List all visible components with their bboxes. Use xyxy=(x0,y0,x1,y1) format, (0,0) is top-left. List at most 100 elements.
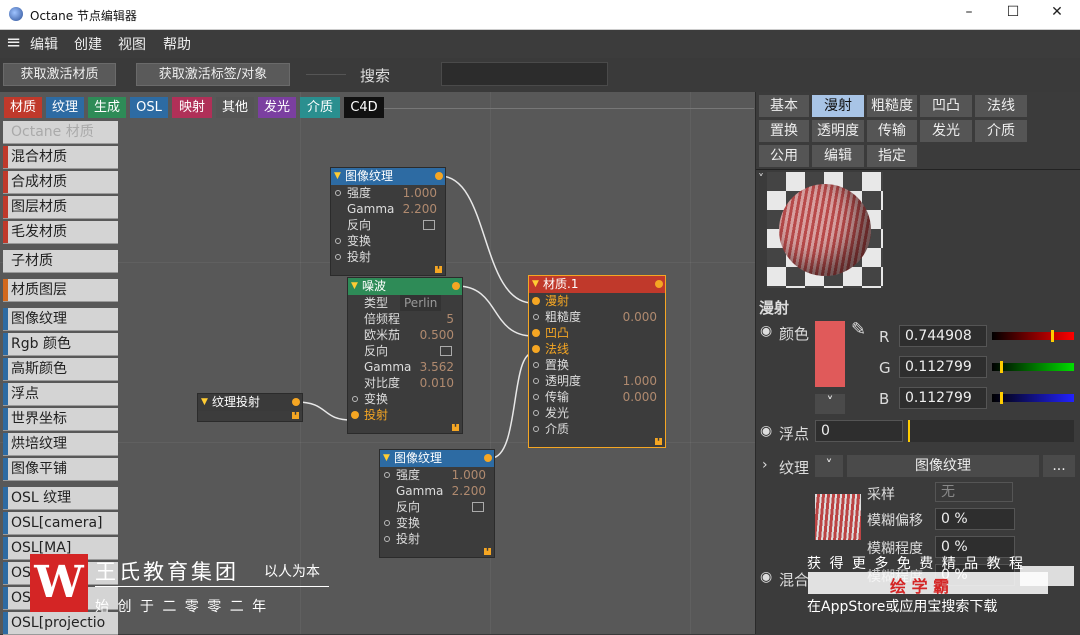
collapse-triangle-icon[interactable]: ▼ xyxy=(334,168,341,185)
node-param-transform[interactable]: 变换 xyxy=(331,233,445,249)
node-param-transform[interactable]: 变换 xyxy=(380,515,494,531)
prop-tab-basic[interactable]: 基本 xyxy=(759,95,809,117)
prop-tab-transmission[interactable]: 传输 xyxy=(867,120,917,142)
node-param-strength[interactable]: 强度 1.000 xyxy=(331,185,445,201)
node-param-invert[interactable]: 反向 xyxy=(348,343,462,359)
minimize-button[interactable]: – xyxy=(946,4,992,26)
node-header[interactable]: ▼ 纹理投射 xyxy=(198,394,302,411)
node-param-transmission[interactable]: 传输 0.000 xyxy=(529,389,665,405)
node-param-gamma[interactable]: Gamma 3.562 xyxy=(348,359,462,375)
g-slider-handle[interactable] xyxy=(1000,361,1003,373)
maximize-button[interactable]: ☐ xyxy=(990,4,1036,26)
node-param-strength[interactable]: 强度 1.000 xyxy=(380,467,494,483)
output-port[interactable] xyxy=(292,398,300,406)
watermark-rule xyxy=(95,586,329,587)
b-slider[interactable] xyxy=(992,392,1074,404)
node-param-projection[interactable]: 投射 xyxy=(331,249,445,265)
prop-tab-assign[interactable]: 指定 xyxy=(867,145,917,167)
radio-icon[interactable]: ◉ xyxy=(760,423,772,439)
output-port[interactable] xyxy=(484,454,492,462)
g-value-input[interactable]: 0.112799 xyxy=(899,356,987,378)
g-slider[interactable] xyxy=(992,361,1074,373)
node-param-diffuse[interactable]: 漫射 xyxy=(529,293,665,309)
node-param-projection[interactable]: 投射 xyxy=(348,407,462,423)
resize-grip-icon[interactable] xyxy=(655,438,662,445)
sampling-select[interactable]: 无 xyxy=(935,482,1013,502)
prop-tab-normal[interactable]: 法线 xyxy=(975,95,1027,117)
node-param-projection[interactable]: 投射 xyxy=(380,531,494,547)
invert-checkbox[interactable] xyxy=(440,346,452,356)
node-param-opacity[interactable]: 透明度 1.000 xyxy=(529,373,665,389)
node-param-transform[interactable]: 变换 xyxy=(348,391,462,407)
noise-node[interactable]: ▼ 噪波 类型 Perlin 倍频程 5 欧米茄 0.500 反向 Gamma 3.562… xyxy=(347,277,463,434)
prop-tab-common[interactable]: 公用 xyxy=(759,145,809,167)
image-texture-node[interactable]: ▼ 图像纹理 强度 1.000 Gamma 2.200 反向 变换 投射 xyxy=(330,167,446,276)
prop-tab-opacity[interactable]: 透明度 xyxy=(812,120,864,142)
texture-more-button[interactable]: ... xyxy=(1043,455,1075,477)
node-header[interactable]: ▼ 材质.1 xyxy=(529,276,665,293)
resize-grip-icon[interactable] xyxy=(435,266,442,273)
resize-grip-icon[interactable] xyxy=(452,424,459,431)
texture-dropdown-button[interactable]: ˅ xyxy=(815,455,843,477)
r-slider-handle[interactable] xyxy=(1051,330,1054,342)
r-value-input[interactable]: 0.744908 xyxy=(899,325,987,347)
node-param-invert[interactable]: 反向 xyxy=(380,499,494,515)
output-port[interactable] xyxy=(655,280,663,288)
collapse-triangle-icon[interactable]: ▼ xyxy=(351,278,358,295)
radio-icon[interactable]: ◉ xyxy=(760,323,772,339)
node-header[interactable]: ▼ 图像纹理 xyxy=(380,450,494,467)
float-value-input[interactable]: 0 xyxy=(815,420,903,442)
output-port[interactable] xyxy=(452,282,460,290)
eyedropper-icon[interactable]: ✎ xyxy=(851,319,866,340)
node-param-octaves[interactable]: 倍频程 5 xyxy=(348,311,462,327)
node-title: 图像纹理 xyxy=(394,451,443,465)
close-button[interactable]: ✕ xyxy=(1034,4,1080,26)
resize-grip-icon[interactable] xyxy=(292,412,299,419)
collapse-chevron-icon[interactable]: ˅ xyxy=(758,172,764,186)
node-param-displacement[interactable]: 置换 xyxy=(529,357,665,373)
node-header[interactable]: ▼ 噪波 xyxy=(348,278,462,295)
invert-checkbox[interactable] xyxy=(472,502,484,512)
prop-tab-medium[interactable]: 介质 xyxy=(975,120,1027,142)
radio-icon[interactable]: ◉ xyxy=(760,569,772,585)
node-param-omega[interactable]: 欧米茄 0.500 xyxy=(348,327,462,343)
output-port[interactable] xyxy=(435,172,443,180)
resize-grip-icon[interactable] xyxy=(484,548,491,555)
prop-tab-roughness[interactable]: 粗糙度 xyxy=(867,95,917,117)
texture-projection-node[interactable]: ▼ 纹理投射 xyxy=(197,393,303,422)
image-texture-node[interactable]: ▼ 图像纹理 强度 1.000 Gamma 2.200 反向 变换 投射 xyxy=(379,449,495,558)
invert-checkbox[interactable] xyxy=(423,220,435,230)
texture-button[interactable]: 图像纹理 xyxy=(847,455,1039,477)
collapse-triangle-icon[interactable]: ▼ xyxy=(383,450,390,467)
r-label: R xyxy=(879,328,890,346)
node-param-type[interactable]: 类型 Perlin xyxy=(348,295,462,311)
collapse-triangle-icon[interactable]: ▼ xyxy=(532,276,539,293)
float-slider[interactable] xyxy=(908,420,1074,442)
color-swatch[interactable] xyxy=(815,321,845,387)
b-value-input[interactable]: 0.112799 xyxy=(899,387,987,409)
node-header[interactable]: ▼ 图像纹理 xyxy=(331,168,445,185)
prop-tab-edit[interactable]: 编辑 xyxy=(812,145,864,167)
prop-tab-bump[interactable]: 凹凸 xyxy=(920,95,972,117)
r-slider[interactable] xyxy=(992,330,1074,342)
node-param-gamma[interactable]: Gamma 2.200 xyxy=(331,201,445,217)
material-node[interactable]: ▼ 材质.1 漫射 粗糙度 0.000 凹凸 法线 置换 透明度 1.000 传输 0.… xyxy=(528,275,666,448)
prop-tab-displacement[interactable]: 置换 xyxy=(759,120,809,142)
prop-tab-diffuse[interactable]: 漫射 xyxy=(812,95,864,117)
node-param-normal[interactable]: 法线 xyxy=(529,341,665,357)
collapse-triangle-icon[interactable]: ▼ xyxy=(201,394,208,411)
node-param-roughness[interactable]: 粗糙度 0.000 xyxy=(529,309,665,325)
blur-offset-input[interactable]: 0 % xyxy=(935,508,1015,530)
panel-divider xyxy=(756,169,1080,170)
expand-chevron-icon[interactable]: › xyxy=(762,457,768,473)
node-param-contrast[interactable]: 对比度 0.010 xyxy=(348,375,462,391)
b-slider-handle[interactable] xyxy=(1000,392,1003,404)
prop-tab-emission[interactable]: 发光 xyxy=(920,120,972,142)
node-param-invert[interactable]: 反向 xyxy=(331,217,445,233)
sampling-label: 采样 xyxy=(867,487,895,503)
node-param-gamma[interactable]: Gamma 2.200 xyxy=(380,483,494,499)
node-param-emission[interactable]: 发光 xyxy=(529,405,665,421)
node-param-bump[interactable]: 凹凸 xyxy=(529,325,665,341)
color-dropdown-button[interactable]: ˅ xyxy=(815,394,845,414)
node-param-medium[interactable]: 介质 xyxy=(529,421,665,437)
